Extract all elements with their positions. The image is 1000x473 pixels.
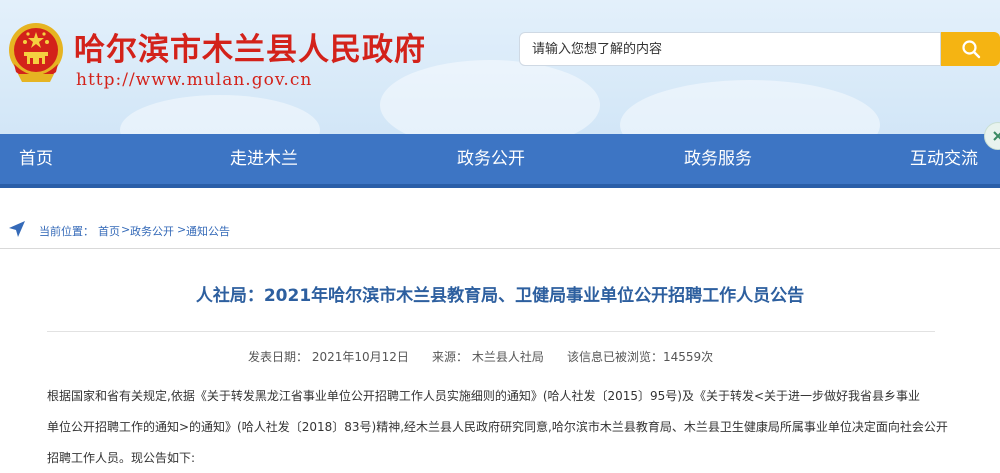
- location-arrow-icon: [9, 221, 25, 237]
- breadcrumb-separator: >: [177, 223, 187, 236]
- breadcrumb-separator: >: [121, 223, 131, 236]
- site-url: http://www.mulan.gov.cn: [76, 70, 313, 90]
- nav-item-gov-affairs[interactable]: 政务公开: [457, 134, 525, 184]
- article-view-count: 该信息已被浏览：14559次: [567, 350, 714, 364]
- divider: [47, 331, 935, 332]
- article-paragraph-line: 根据国家和省有关规定,依据《关于转发黑龙江省事业单位公开招聘工作人员实施细则的通…: [47, 389, 921, 403]
- header-cloud-decoration: [620, 80, 880, 134]
- nav-item-home[interactable]: 首页: [19, 134, 53, 184]
- nav-item-gov-services[interactable]: 政务服务: [684, 134, 752, 184]
- close-icon: [993, 131, 1000, 141]
- divider: [0, 248, 1000, 249]
- article-source: 来源： 木兰县人社局: [432, 350, 544, 364]
- search-input[interactable]: [520, 33, 940, 65]
- site-title: 哈尔滨市木兰县人民政府: [74, 32, 426, 68]
- breadcrumb-link-gov-affairs[interactable]: 政务公开: [130, 223, 174, 239]
- article-publish-date: 发表日期： 2021年10月12日: [248, 350, 409, 364]
- nav-item-interaction[interactable]: 互动交流: [910, 134, 978, 184]
- search-button[interactable]: [941, 32, 1000, 66]
- search-box: [519, 32, 941, 66]
- breadcrumb-link-notices[interactable]: 通知公告: [186, 223, 230, 239]
- article-title: 人社局：2021年哈尔滨市木兰县教育局、卫健局事业单位公开招聘工作人员公告: [195, 286, 805, 306]
- breadcrumb-label: 当前位置：: [39, 225, 94, 238]
- breadcrumb-link-home[interactable]: 首页: [98, 223, 120, 239]
- article-paragraph-line: 单位公开招聘工作的通知>的通知》(哈人社发〔2018〕83号)精神,经木兰县人民…: [47, 420, 948, 434]
- national-emblem-icon: [9, 23, 63, 82]
- breadcrumb: 当前位置： 首页 > 政务公开 > 通知公告: [0, 214, 1000, 248]
- header-cloud-decoration: [120, 95, 320, 134]
- search-icon: [961, 40, 980, 59]
- site-header: 哈尔滨市木兰县人民政府 http://www.mulan.gov.cn: [0, 0, 1000, 134]
- header-cloud-decoration: [380, 60, 600, 134]
- nav-item-about-mulan[interactable]: 走进木兰: [230, 134, 298, 184]
- article-paragraph-line: 招聘工作人员。现公告如下:: [47, 451, 196, 465]
- main-nav: 首页 走进木兰 政务公开 政务服务 互动交流: [0, 134, 1000, 188]
